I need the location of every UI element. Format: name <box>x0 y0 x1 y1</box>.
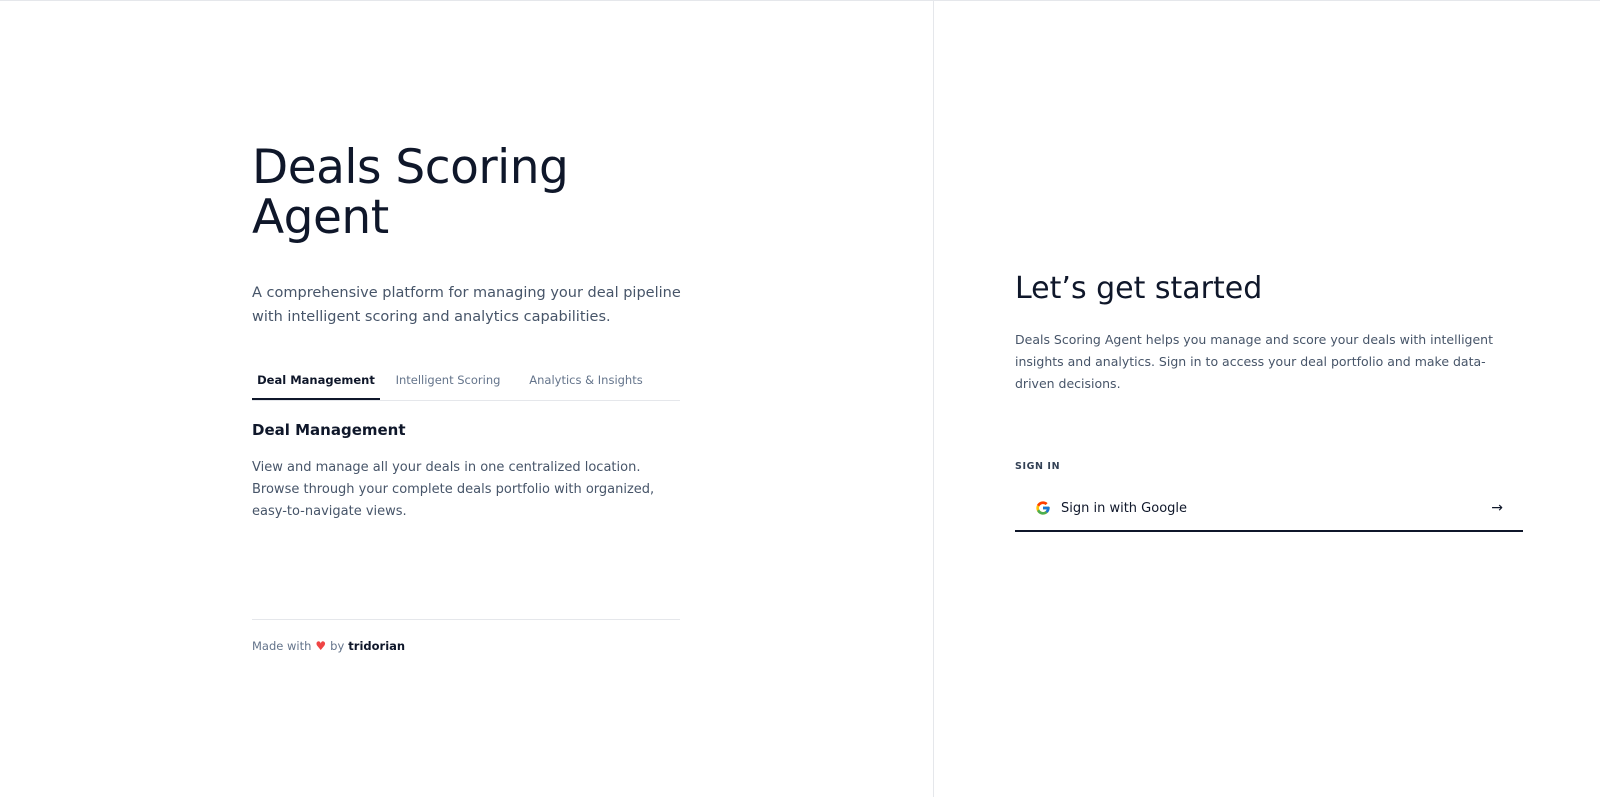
arrow-right-icon: → <box>1491 500 1503 516</box>
feature-tabs: Deal Management Intelligent Scoring Anal… <box>252 361 680 401</box>
heart-icon: ♥ <box>315 639 327 653</box>
tab-analytics-insights[interactable]: Analytics & Insights <box>516 361 656 399</box>
signin-section-label: SIGN IN <box>1015 461 1061 472</box>
google-icon <box>1035 500 1051 516</box>
vertical-divider <box>933 1 934 797</box>
tab-panel-body: View and manage all your deals in one ce… <box>252 460 655 519</box>
footer-divider <box>252 619 680 620</box>
tab-deal-management[interactable]: Deal Management <box>252 361 380 400</box>
signin-description: Deals Scoring Agent helps you manage and… <box>1015 332 1493 391</box>
footer-prefix: Made with <box>252 639 312 653</box>
app-subtitle: A comprehensive platform for managing yo… <box>252 285 681 325</box>
login-page: Deals Scoring Agent A comprehensive plat… <box>0 0 1600 797</box>
app-title: Deals Scoring Agent <box>252 140 569 245</box>
google-signin-button[interactable]: Sign in with Google → <box>1015 486 1523 532</box>
footer-by: by <box>330 639 345 653</box>
tab-intelligent-scoring[interactable]: Intelligent Scoring <box>380 361 516 399</box>
footer-credit: Made with ♥ by tridorian <box>252 639 405 653</box>
tab-panel-heading: Deal Management <box>252 421 406 439</box>
signin-title: Let’s get started <box>1015 271 1263 306</box>
google-signin-label: Sign in with Google <box>1061 500 1188 516</box>
footer-brand[interactable]: tridorian <box>348 639 405 653</box>
